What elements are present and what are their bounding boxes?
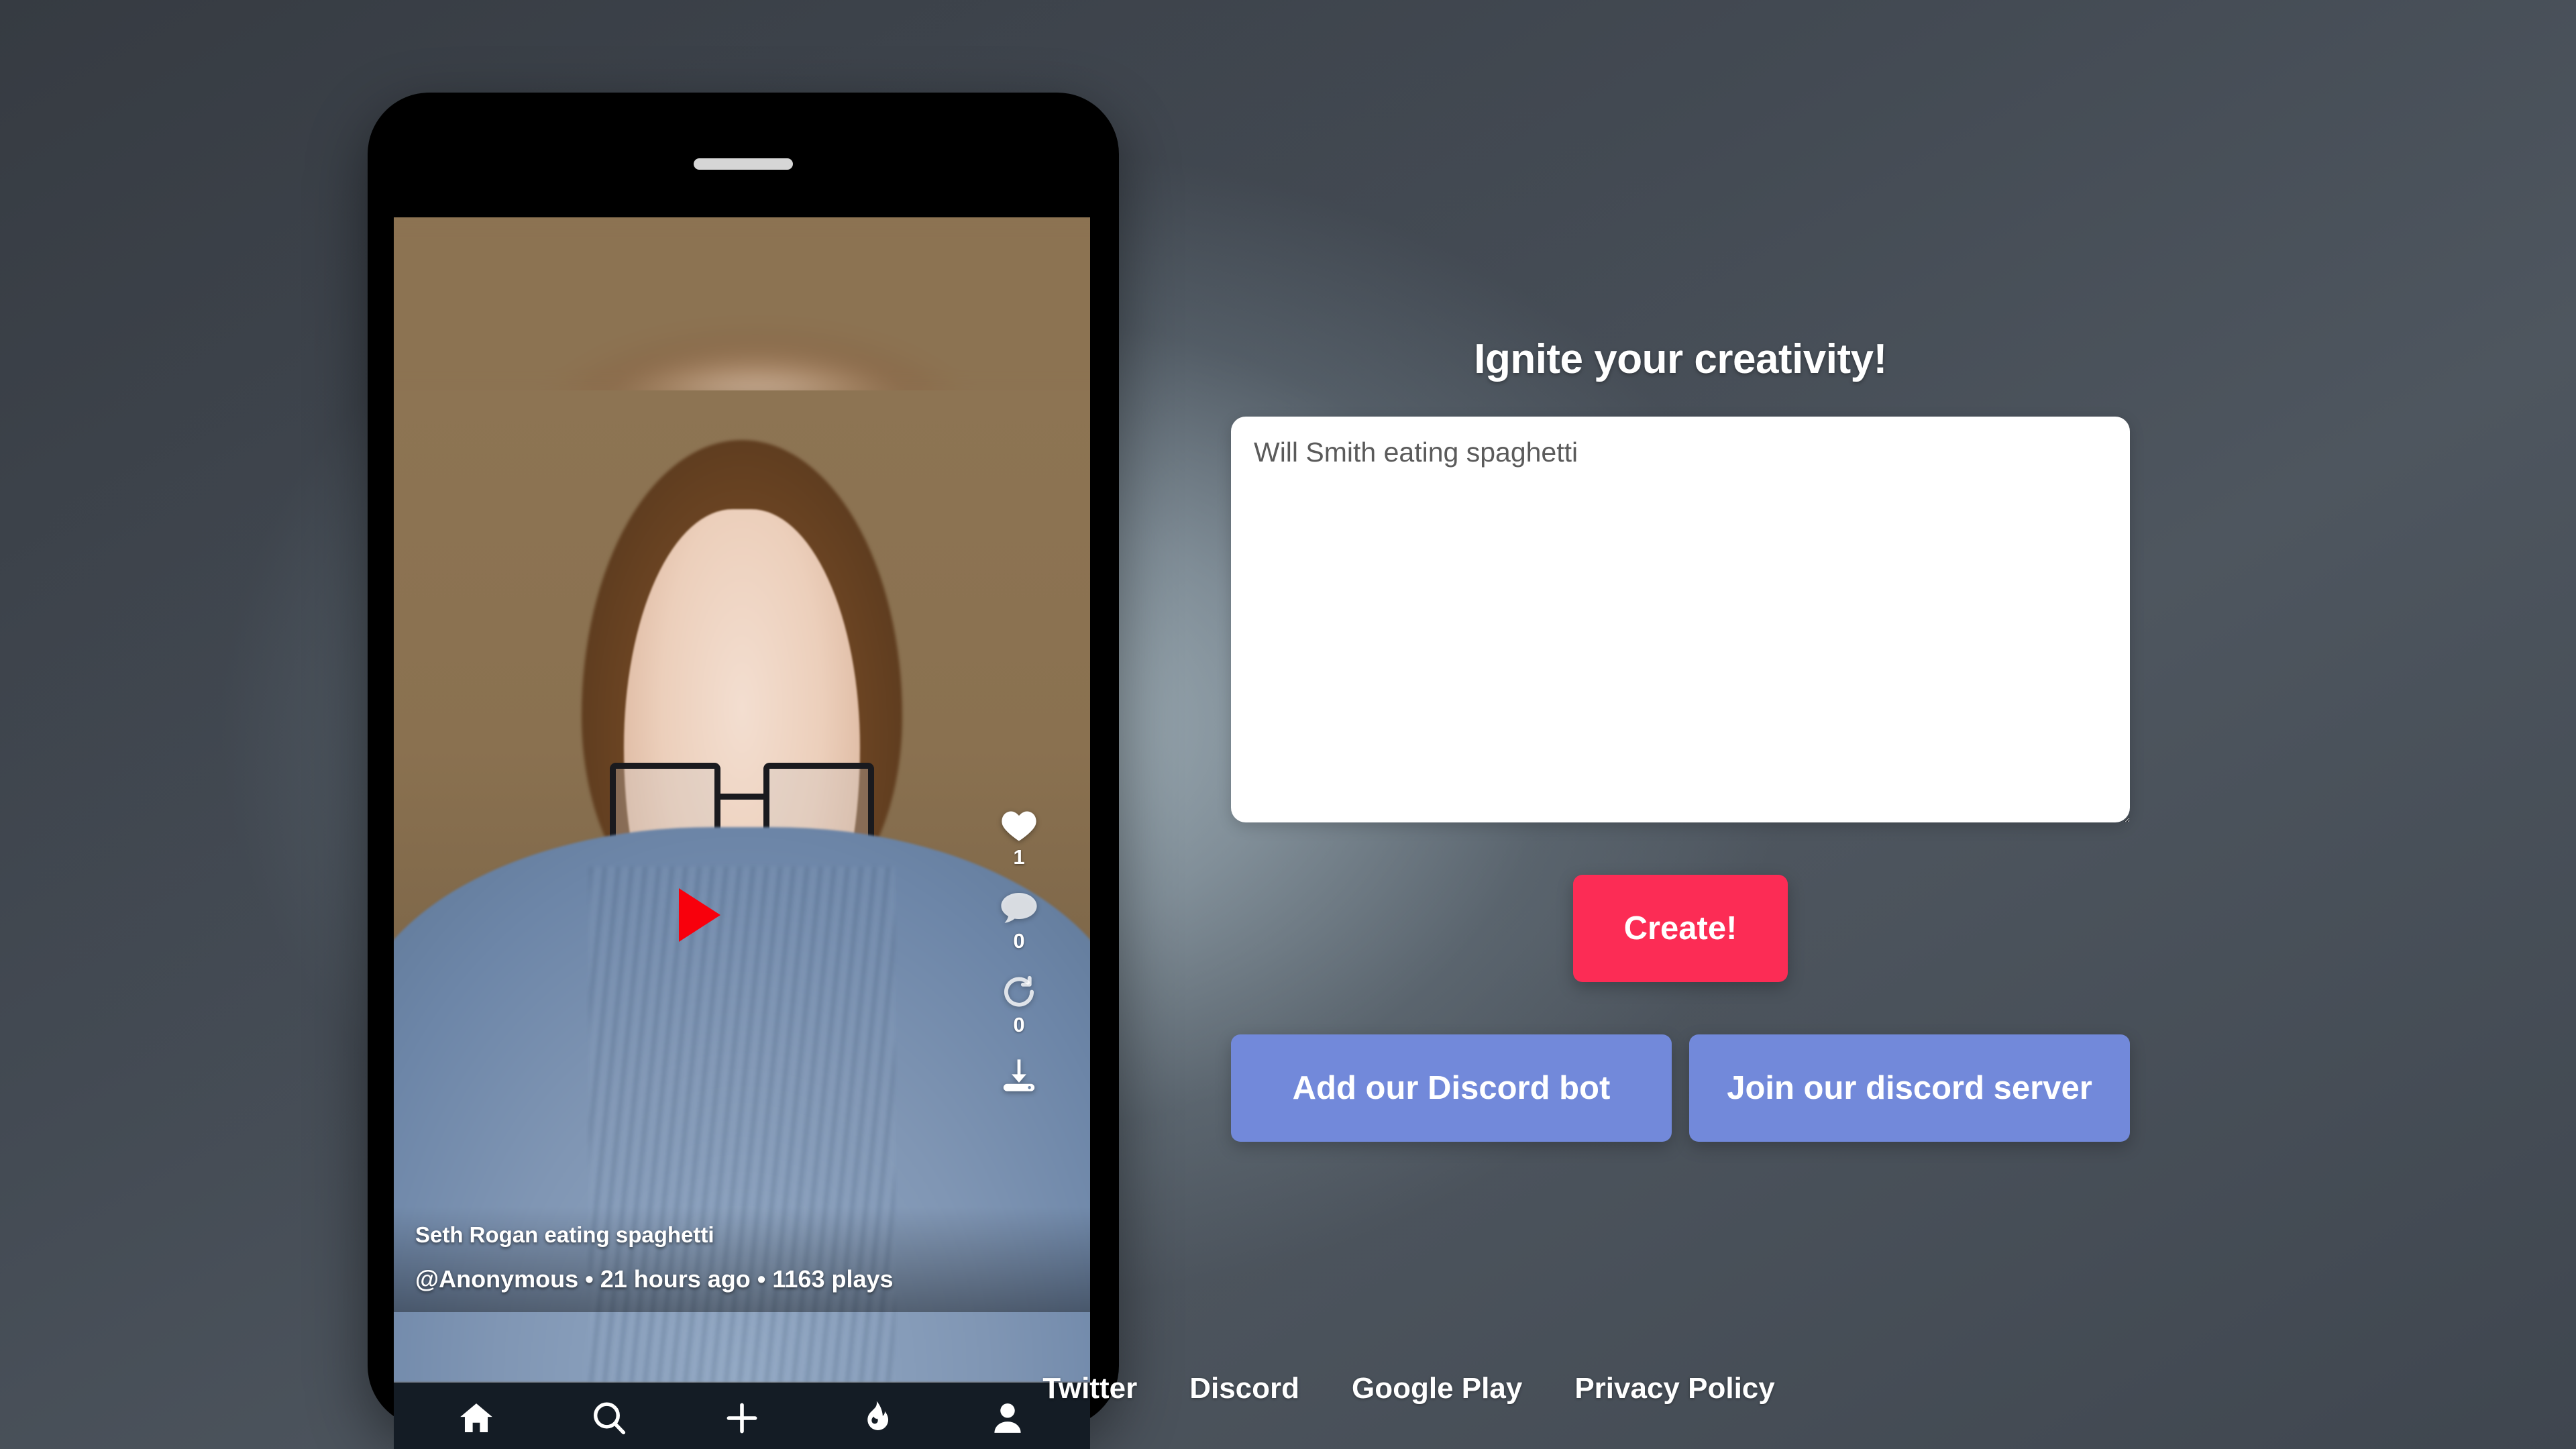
video-player[interactable]: 1 0 0 Seth Rogan eating spaghetti @Anony… [394, 217, 1090, 1383]
video-meta: @Anonymous • 21 hours ago • 1163 plays [415, 1265, 894, 1293]
glasses-bridge [720, 794, 763, 800]
prompt-input[interactable] [1231, 417, 2130, 822]
repost-count: 0 [1013, 1013, 1025, 1036]
video-caption: Seth Rogan eating spaghetti @Anonymous •… [394, 1206, 1090, 1312]
comment-icon [1000, 890, 1038, 926]
footer-link-google-play[interactable]: Google Play [1352, 1372, 1522, 1405]
footer-link-twitter[interactable]: Twitter [1042, 1372, 1137, 1405]
creator-panel: Ignite your creativity! Create! Add our … [1214, 335, 2147, 1142]
like-button[interactable]: 1 [1000, 808, 1038, 867]
phone-screen: 1 0 0 Seth Rogan eating spaghetti @Anony… [394, 217, 1090, 1449]
video-blurred-top-strip [394, 217, 1090, 398]
video-action-rail: 1 0 0 [979, 808, 1059, 1093]
footer-link-discord[interactable]: Discord [1189, 1372, 1299, 1405]
page-title: Ignite your creativity! [1474, 336, 1887, 382]
like-count: 1 [1013, 845, 1025, 869]
comment-button[interactable]: 0 [1000, 890, 1038, 951]
discord-button-row: Add our Discord bot Join our discord ser… [1231, 1034, 2130, 1142]
download-icon [1000, 1058, 1038, 1093]
add-discord-bot-button[interactable]: Add our Discord bot [1231, 1034, 1672, 1142]
video-title: Seth Rogan eating spaghetti [415, 1222, 714, 1247]
comment-count: 0 [1013, 929, 1025, 953]
repost-button[interactable]: 0 [1000, 974, 1038, 1035]
heart-icon [1000, 808, 1038, 843]
play-icon[interactable] [679, 888, 720, 942]
site-footer: Twitter Discord Google Play Privacy Poli… [0, 1372, 2576, 1405]
repost-icon [1000, 974, 1038, 1010]
app-root: 1 0 0 Seth Rogan eating spaghetti @Anony… [0, 0, 2576, 1449]
create-button[interactable]: Create! [1573, 875, 1788, 982]
phone-mockup: 1 0 0 Seth Rogan eating spaghetti @Anony… [368, 93, 1119, 1449]
phone-speaker-bar [694, 158, 793, 170]
join-discord-server-button[interactable]: Join our discord server [1689, 1034, 2130, 1142]
download-button[interactable] [1000, 1058, 1038, 1093]
footer-link-privacy-policy[interactable]: Privacy Policy [1574, 1372, 1774, 1405]
